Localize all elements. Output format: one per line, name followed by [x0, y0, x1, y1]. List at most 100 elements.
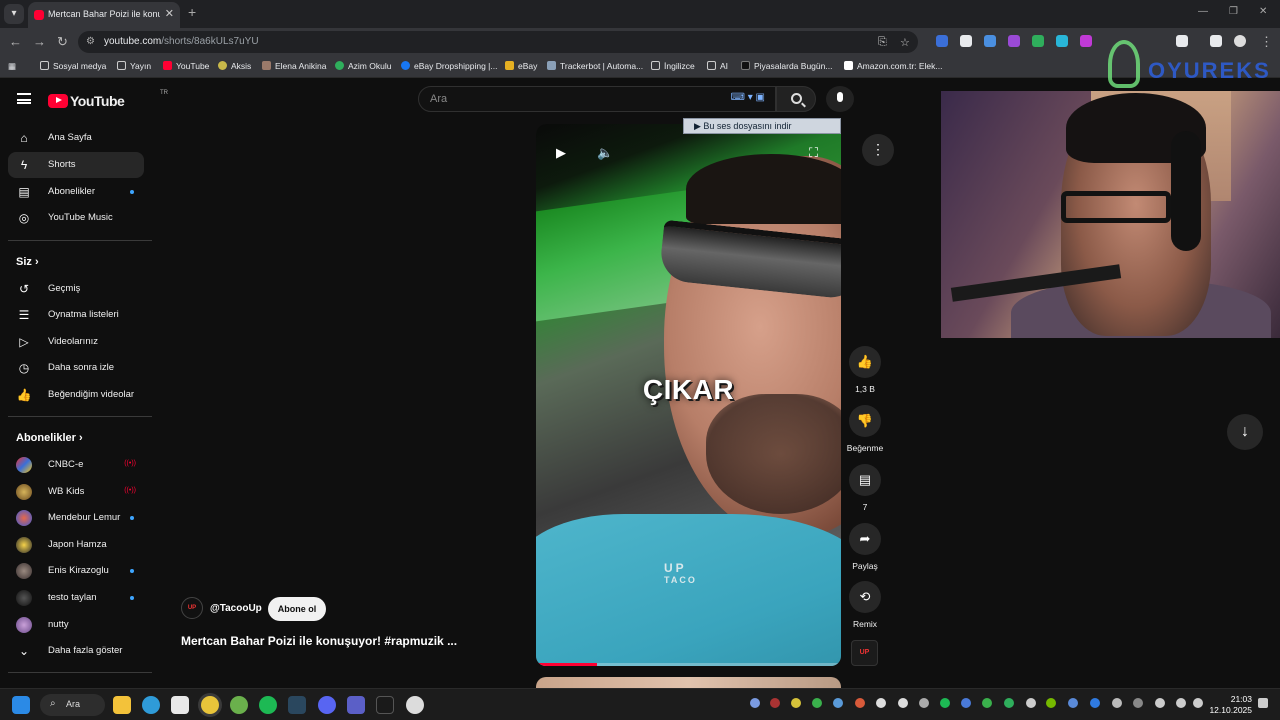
share-action[interactable]: ➦ Paylaş [845, 523, 885, 571]
fullscreen-icon[interactable]: ⛶ [809, 145, 818, 161]
file-explorer-icon[interactable] [113, 696, 131, 714]
minimize-icon[interactable]: — [1198, 6, 1208, 17]
more-options-button[interactable]: ⋮ [862, 134, 894, 166]
sidebar-item-liked-videos[interactable]: 👍 Beğendiğim videolar [8, 382, 144, 408]
notification-bell-icon[interactable] [1258, 698, 1268, 708]
sidebar-channel[interactable]: Mendebur Lemur [8, 505, 144, 531]
spotify-icon[interactable] [259, 696, 277, 714]
tray-icon[interactable] [1004, 698, 1014, 708]
bookmark-link[interactable]: eBay Dropshipping |... [401, 61, 497, 71]
sidebar-channel[interactable]: testo taylan [8, 585, 144, 611]
bluetooth-icon[interactable] [1090, 698, 1100, 708]
bookmark-link[interactable]: Elena Anikina [262, 61, 327, 71]
remix-icon[interactable]: ⟲ [849, 581, 881, 613]
taskbar-search[interactable]: ⌕ Ara [40, 694, 105, 716]
bookmark-link[interactable]: Aksis [218, 61, 251, 71]
short-title[interactable]: Mertcan Bahar Poizi ile konuşuyor! #rapm… [181, 634, 457, 648]
address-bar[interactable]: ⚙ youtube.com/shorts/8a6kULs7uYU ⎘ ☆ [78, 31, 918, 53]
shorts-video-player[interactable]: ÇIKAR UPTACO ▶ 🔈 ⛶ ✦ [536, 124, 841, 666]
extension-icon[interactable] [1032, 35, 1044, 47]
tray-icon[interactable] [961, 698, 971, 708]
sidebar-item-youtube-music[interactable]: ◎ YouTube Music [8, 205, 144, 231]
install-app-icon[interactable]: ⎘ [878, 36, 887, 49]
new-tab-button[interactable]: + [188, 4, 196, 20]
search-input[interactable]: Ara ⌨ ▾ ▣ [418, 86, 776, 112]
volume-icon[interactable]: 🔈 [597, 145, 613, 161]
sidebar-channel[interactable]: CNBC-e ((•)) [8, 452, 144, 478]
sidebar-channel[interactable]: nutty [8, 612, 144, 638]
microphone-icon[interactable] [1155, 698, 1165, 708]
dislike-action[interactable]: 👎 Beğenme [845, 405, 885, 453]
tab-search-button[interactable]: ▾ [4, 4, 24, 24]
bookmark-link[interactable]: YouTube [163, 61, 209, 71]
bookmark-folder[interactable]: Sosyal medya [40, 61, 106, 71]
discord-icon[interactable] [318, 696, 336, 714]
tray-icon[interactable] [982, 698, 992, 708]
steam-icon[interactable] [288, 696, 306, 714]
sidebar-channel[interactable]: Enis Kirazoglu [8, 558, 144, 584]
tray-icon[interactable] [1112, 698, 1122, 708]
tray-icon[interactable] [855, 698, 865, 708]
share-icon[interactable]: ➦ [849, 523, 881, 555]
teams-icon[interactable] [347, 696, 365, 714]
forward-icon[interactable]: → [33, 34, 46, 49]
bookmark-link[interactable]: eBay [505, 61, 537, 71]
play-icon[interactable]: ▶ [556, 145, 566, 161]
tray-icon[interactable] [876, 698, 886, 708]
sidebar-item-playlists[interactable]: ☰ Oynatma listeleri [8, 302, 144, 328]
bookmark-folder[interactable]: Yayın [117, 61, 151, 71]
search-button[interactable] [776, 86, 816, 112]
obs-icon[interactable] [406, 696, 424, 714]
voice-search-button[interactable] [826, 86, 854, 112]
nvidia-icon[interactable] [1046, 698, 1056, 708]
bookmark-folder[interactable]: AI [707, 61, 728, 71]
tray-icon[interactable] [919, 698, 929, 708]
thumbs-up-icon[interactable]: 👍 [849, 346, 881, 378]
remix-action[interactable]: ⟲ Remix [845, 581, 885, 629]
window-close-icon[interactable]: ✕ [1259, 6, 1267, 17]
sidebar-item-subscriptions[interactable]: ▤ Abonelikler [8, 179, 144, 205]
taskbar-clock[interactable]: 21:03 12.10.2025 [1208, 694, 1252, 716]
extension-icon[interactable] [1056, 35, 1068, 47]
subscriptions-section-heading[interactable]: Abonelikler › [16, 432, 83, 444]
tray-icon[interactable] [1068, 698, 1078, 708]
youtube-logo[interactable]: YouTube TR [48, 90, 168, 110]
tray-icon[interactable] [1026, 698, 1036, 708]
sidebar-item-watch-later[interactable]: ◷ Daha sonra izle [8, 355, 144, 381]
extension-icon[interactable] [1008, 35, 1020, 47]
site-info-icon[interactable]: ⚙ [86, 36, 95, 47]
sidebar-channel[interactable]: WB Kids ((•)) [8, 479, 144, 505]
tab-close-icon[interactable]: ✕ [165, 7, 174, 20]
windows-start-icon[interactable] [12, 696, 30, 714]
bookmark-folder[interactable]: İngilizce [651, 61, 695, 71]
network-icon[interactable] [1176, 698, 1186, 708]
tray-icon[interactable] [898, 698, 908, 708]
download-audio-banner[interactable]: ▶ Bu ses dosyasını indir [683, 118, 841, 134]
restore-icon[interactable]: ❐ [1229, 6, 1238, 17]
tray-icon[interactable] [833, 698, 843, 708]
bookmark-star-icon[interactable]: ☆ [900, 36, 910, 49]
apps-grid-icon[interactable]: ▦ [8, 61, 16, 72]
bookmark-link[interactable]: Piyasalarda Bugün... [741, 61, 832, 71]
next-short-button[interactable]: ↓ [1227, 414, 1263, 450]
tray-icon[interactable] [940, 698, 950, 708]
tray-icon[interactable] [791, 698, 801, 708]
terminal-icon[interactable] [376, 696, 394, 714]
reload-icon[interactable]: ↻ [57, 34, 68, 50]
edge-icon[interactable] [142, 696, 160, 714]
extension-icon[interactable] [1080, 35, 1092, 47]
tray-icon[interactable] [750, 698, 760, 708]
comment-icon[interactable]: ▤ [849, 464, 881, 496]
you-section-heading[interactable]: Siz › [16, 256, 39, 268]
thumbs-down-icon[interactable]: 👎 [849, 405, 881, 437]
tray-icon[interactable] [812, 698, 822, 708]
store-icon[interactable] [171, 696, 189, 714]
bookmark-link[interactable]: Trackerbot | Automa... [547, 61, 643, 71]
chevron-up-icon[interactable] [1133, 698, 1143, 708]
xbox-icon[interactable] [230, 696, 248, 714]
menu-icon[interactable] [17, 93, 31, 104]
sidebar-channel[interactable]: Japon Hamza [8, 532, 144, 558]
channel-handle[interactable]: @TacooUp [210, 603, 262, 614]
browser-tab-active[interactable]: Mertcan Bahar Poizi ile konuşuy ✕ [28, 2, 180, 28]
subscribe-button[interactable]: Abone ol [268, 597, 326, 621]
